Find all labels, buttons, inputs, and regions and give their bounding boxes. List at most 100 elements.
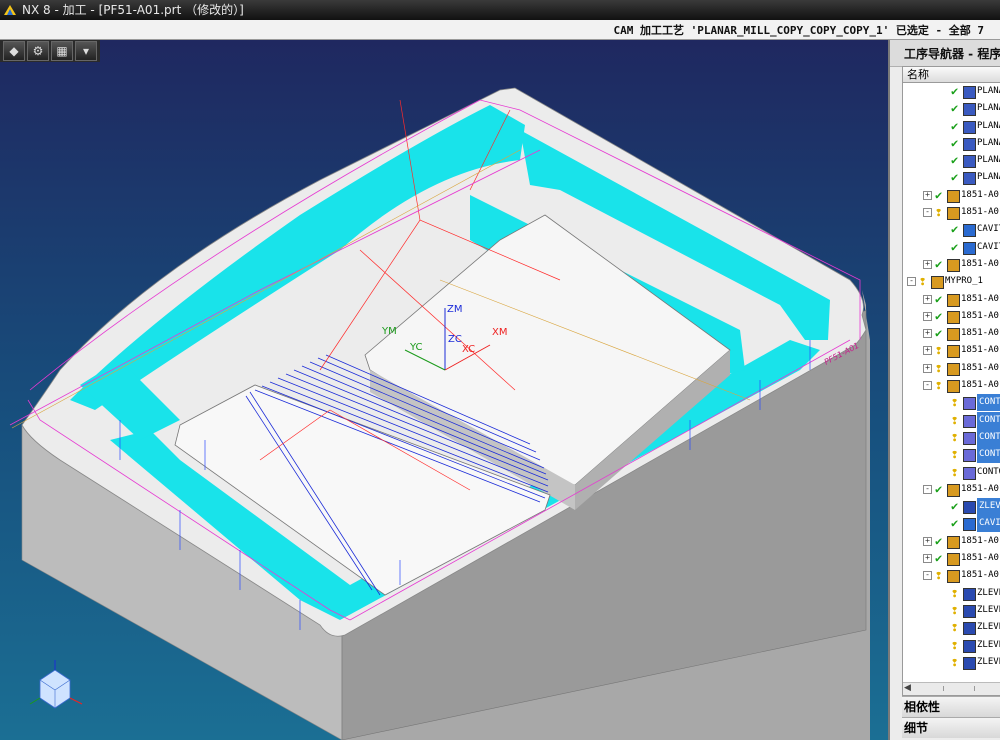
complete-check-icon: ✔ [951,222,959,237]
render-style-icon[interactable]: ◆ [3,41,25,61]
program-group-icon [947,362,960,376]
tree-row[interactable]: ✔ PLANAR_MILL_3 [903,118,1000,135]
program-group-icon [947,535,960,549]
tree-row-label: CAVITY [977,515,1000,533]
planar-mill-icon [963,86,976,99]
tree-row[interactable]: ❢ CONTOUR [903,428,1000,446]
graphics-viewport[interactable]: ZM ZC XM XC YM YC PF51-A01 ◆ ⚙ ▦ ▾ [0,40,888,740]
tree-row-label: ZLEVEL [977,656,1000,667]
contour-icon [963,397,976,411]
view-triad-icon[interactable] [29,660,83,709]
tree-row-label: 1851-A01 [961,553,1000,564]
tree-row[interactable]: ❢ CONTOUR [903,411,1000,429]
expand-icon[interactable]: + [923,311,932,321]
tree-row[interactable]: - ❢ MYPRO_1 [903,273,1000,290]
complete-check-icon: ✔ [935,187,943,202]
expand-icon[interactable]: + [923,259,932,269]
complete-check-icon: ✔ [951,135,959,150]
filter-icon[interactable]: ▾ [75,41,97,61]
tree-row[interactable]: +✔ 1851-A01 [903,291,1000,308]
tree-row[interactable]: ✔ PLANAR_MILL_5 [903,152,1000,169]
collapse-icon[interactable]: - [923,571,932,581]
tree-row[interactable]: ❢ CONTOUR [903,464,1000,481]
tree-row-label: PLANAR_MILL_2 [977,103,1000,114]
tree-row-label: CONTOUR [977,446,1000,464]
program-group-icon [931,276,944,290]
complete-check-icon: ✔ [951,516,959,531]
expand-icon[interactable]: + [923,329,932,339]
gear-icon[interactable]: ⚙ [27,41,49,61]
tree-row[interactable]: ❢ ZLEVEL [903,602,1000,619]
tree-row[interactable]: +✔ 1851-A01 [903,325,1000,342]
tree-row[interactable]: +❢ 1851-A01 [903,342,1000,359]
part-model[interactable]: ZM ZC XM XC YM YC PF51-A01 [0,40,888,740]
expand-icon[interactable]: + [923,554,932,564]
regenerate-warning-icon: ❢ [951,395,959,410]
tree-row[interactable]: ❢ ZLEVEL [903,585,1000,602]
tree-row[interactable]: -❢ 1851-A01 [903,567,1000,584]
navigator-title: 工序导航器 - 程序顺序 [890,40,1000,67]
tree-row[interactable]: ✔ PLANAR_MILL_4 [903,135,1000,152]
tree-row-label: CAVITY_MILL [977,241,1000,252]
regenerate-warning-icon: ❢ [951,637,959,652]
collapse-icon[interactable]: - [907,277,916,287]
contour-icon [963,449,976,463]
section-dependencies[interactable]: 相依性 [902,696,1000,717]
tree-row-label: 1851-A01 [961,189,1000,200]
tree-row[interactable]: -✔ 1851-A01 [903,481,1000,498]
expand-icon[interactable]: + [923,190,932,200]
tree-row[interactable]: ✔ ZLEVEL [903,498,1000,516]
grid-icon[interactable]: ▦ [51,41,73,61]
collapse-icon[interactable]: - [923,381,932,391]
tree-row[interactable]: +✔ 1851-A01 [903,256,1000,273]
planar-mill-icon [963,137,976,151]
tree-row[interactable]: ❢ ZLEVEL [903,637,1000,654]
tree-row[interactable]: ✔ PLANAR_MILL_1 [903,83,1000,100]
tree-row-label: ZLEVEL [977,498,1000,516]
tree-row[interactable]: ❢ CONTOUR [903,394,1000,412]
tree-row[interactable]: +❢ 1851-A01 [903,360,1000,377]
expand-icon[interactable]: + [923,363,932,373]
scrollbar-grip[interactable] [943,686,975,691]
complete-check-icon: ✔ [935,256,943,271]
horizontal-scrollbar[interactable]: ◀ [903,682,1000,695]
tree-row[interactable]: -❢ 1851-A01 [903,204,1000,221]
operation-tree[interactable]: 名称 ✔ PLANAR_MILL_1 ✔ PLANAR_MILL_2 ✔ PLANAR_M… [902,66,1000,696]
tree-row[interactable]: ✔ CAVITY_MILL [903,221,1000,238]
tree-row-label: 1851-A01 [961,570,1000,581]
tree-row[interactable]: ✔ PLANAR_MILL_2 [903,100,1000,117]
regenerate-warning-icon: ❢ [935,360,943,375]
column-header-name[interactable]: 名称 [903,67,1000,83]
program-group-icon [947,483,960,497]
tree-row[interactable]: +✔ 1851-A01 [903,308,1000,325]
tree-row[interactable]: ❢ ZLEVEL [903,654,1000,671]
expand-icon[interactable]: + [923,536,932,546]
tree-row[interactable]: +✔ 1851-A01 [903,187,1000,204]
complete-check-icon: ✔ [951,170,959,185]
regenerate-warning-icon: ❢ [951,620,959,635]
complete-check-icon: ✔ [951,153,959,168]
tree-row-label: CAVITY_MILL [977,224,1000,235]
title-bar: NX 8 - 加工 - [PF51-A01.prt （修改的）] [0,0,1000,20]
planar-mill-icon [963,103,976,117]
tree-row[interactable]: ❢ ZLEVEL [903,619,1000,636]
program-group-icon [947,207,960,221]
scroll-left-icon[interactable]: ◀ [904,683,911,693]
tree-row-label: ZLEVEL [977,622,1000,633]
tree-row[interactable]: +✔ 1851-A01 [903,550,1000,567]
status-bar: CAM 加工工艺 'PLANAR_MILL_COPY_COPY_COPY_1' … [0,20,1000,40]
tree-row[interactable]: +✔ 1851-A01 [903,533,1000,550]
tree-row[interactable]: ✔ CAVITY_MILL [903,239,1000,256]
expand-icon[interactable]: + [923,294,932,304]
tree-row[interactable]: ✔ PLANAR_MILL_6 [903,169,1000,186]
expand-icon[interactable]: + [923,346,932,356]
tree-row[interactable]: -❢ 1851-A01 [903,377,1000,394]
collapse-icon[interactable]: - [923,208,932,218]
cavity-mill-icon [963,518,976,532]
collapse-icon[interactable]: - [923,484,932,494]
tree-row[interactable]: ✔ CAVITY [903,515,1000,533]
zlevel-icon [963,587,976,601]
cavity-mill-icon [963,241,976,255]
section-details[interactable]: 细节 [902,717,1000,738]
tree-row[interactable]: ❢ CONTOUR [903,446,1000,464]
